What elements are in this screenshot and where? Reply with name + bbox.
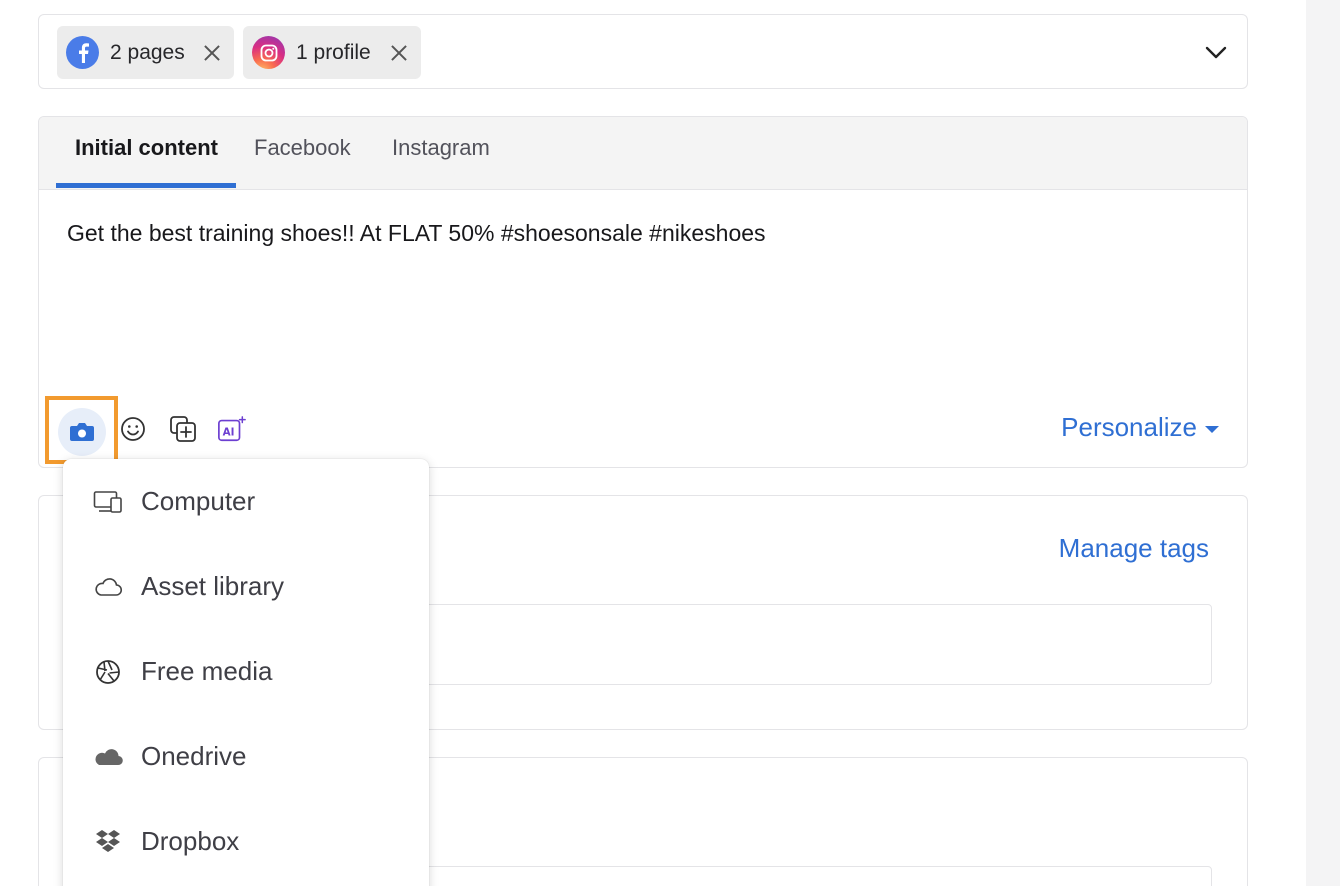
post-text-editor[interactable]: Get the best training shoes!! At FLAT 50… (67, 220, 766, 247)
aperture-icon (93, 657, 123, 687)
menu-item-label: Onedrive (141, 741, 247, 771)
menu-item-label: Dropbox (141, 826, 240, 856)
chip-label: 1 profile (296, 40, 371, 64)
menu-item-onedrive[interactable]: Onedrive (63, 714, 429, 799)
remove-chip-icon[interactable] (391, 45, 407, 61)
facebook-icon (66, 36, 99, 69)
right-panel (1306, 0, 1340, 886)
tags-input[interactable] (359, 604, 1212, 685)
menu-item-asset-library[interactable]: Asset library (63, 544, 429, 629)
computer-icon (93, 487, 123, 517)
tab-instagram[interactable]: Instagram (392, 135, 490, 161)
dropbox-icon (93, 827, 123, 857)
chip-label: 2 pages (110, 40, 185, 64)
menu-item-dropbox[interactable]: Dropbox (63, 799, 429, 884)
composer-tabs: Initial content Facebook Instagram (39, 117, 1247, 190)
emoji-icon[interactable] (118, 414, 148, 444)
tab-initial-content[interactable]: Initial content (75, 135, 218, 161)
additional-input[interactable] (359, 866, 1212, 886)
menu-item-free-media[interactable]: Free media (63, 629, 429, 714)
profile-selector[interactable]: 2 pages 1 profile (38, 14, 1248, 89)
personalize-dropdown[interactable]: Personalize (1061, 412, 1219, 443)
tab-facebook[interactable]: Facebook (254, 135, 351, 161)
personalize-label: Personalize (1061, 412, 1197, 442)
chevron-down-icon[interactable] (1205, 41, 1227, 63)
menu-item-label: Computer (141, 486, 256, 516)
menu-item-label: Asset library (141, 571, 285, 601)
onedrive-icon (93, 742, 123, 772)
post-composer: Initial content Facebook Instagram Get t… (38, 116, 1248, 468)
instagram-icon (252, 36, 285, 69)
active-tab-indicator (56, 183, 236, 188)
manage-tags-link[interactable]: Manage tags (1059, 533, 1209, 564)
svg-text:AI: AI (223, 427, 235, 439)
add-content-icon[interactable] (168, 414, 198, 444)
menu-item-computer[interactable]: Computer (63, 459, 429, 544)
caret-down-icon (1205, 426, 1219, 433)
highlight-annotation (45, 396, 118, 464)
ai-assistant-icon[interactable]: AI (217, 414, 247, 444)
profile-chip-instagram[interactable]: 1 profile (243, 26, 421, 79)
menu-item-label: Free media (141, 656, 273, 686)
media-source-menu: Computer Asset library Free media Onedri… (63, 459, 429, 886)
remove-chip-icon[interactable] (204, 45, 220, 61)
profile-chip-facebook[interactable]: 2 pages (57, 26, 234, 79)
cloud-icon (93, 572, 123, 602)
